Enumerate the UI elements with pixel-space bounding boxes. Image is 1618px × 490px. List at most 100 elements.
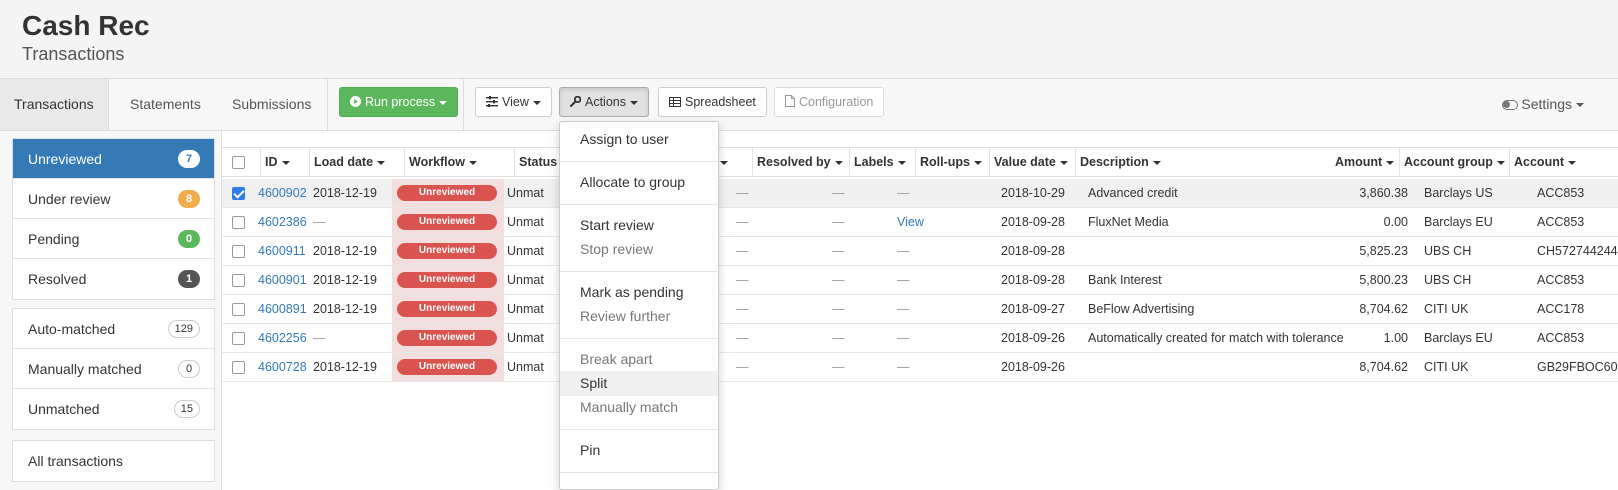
cell-labels: — [832, 360, 845, 374]
workflow-badge: Unreviewed [397, 214, 497, 230]
row-checkbox[interactable] [232, 245, 245, 258]
wrench-icon [569, 89, 582, 117]
sliders-icon [486, 89, 498, 117]
cell-amount: 5,800.23 [1359, 273, 1408, 287]
cell-id[interactable]: 4602256 [258, 324, 307, 352]
spreadsheet-button[interactable]: Spreadsheet [658, 87, 767, 117]
column-header-amount[interactable]: Amount [1330, 148, 1395, 176]
column-header-description[interactable]: Description [1075, 148, 1161, 176]
row-checkbox[interactable] [232, 216, 245, 229]
tab-transactions[interactable]: Transactions [0, 79, 109, 130]
table-row[interactable]: Unreviewed 4600901 2018-12-19 Unmat — — — 2018-… [222, 266, 1618, 295]
sidebar-item-auto-matched[interactable]: Auto-matched 129 [13, 309, 214, 349]
column-header-value-date[interactable]: Value date [989, 148, 1068, 176]
workflow-cell: Unreviewed [392, 208, 504, 236]
row-checkbox[interactable] [232, 274, 245, 287]
cell-rollups: — [897, 244, 910, 258]
settings-dropdown[interactable]: Settings [1502, 79, 1584, 130]
sidebar-item-manually-matched[interactable]: Manually matched 0 [13, 349, 214, 389]
menu-item-assign-to-user[interactable]: Assign to user [560, 127, 718, 152]
run-process-label: Run process [365, 95, 436, 109]
column-header-id[interactable]: ID [260, 148, 290, 176]
cell-load-date: 2018-12-19 [313, 186, 377, 200]
row-checkbox[interactable] [232, 332, 245, 345]
sidebar-item-label: Unmatched [28, 401, 100, 417]
cell-load-date: 2018-12-19 [313, 302, 377, 316]
run-process-button[interactable]: Run process [339, 87, 459, 117]
cell-account: ACC853 [1537, 273, 1585, 287]
sidebar: Unreviewed 7 Under review 8 Pending 0 Re… [0, 131, 222, 490]
column-header-load-date[interactable]: Load date [309, 148, 386, 176]
column-header-account-group[interactable]: Account group [1399, 148, 1505, 176]
spreadsheet-label: Spreadsheet [685, 95, 756, 109]
actions-button[interactable]: Actions [559, 87, 649, 117]
cell-load-date: 2018-12-19 [313, 273, 377, 287]
cell-rollups[interactable]: View [897, 208, 924, 236]
cell-amount: 8,704.62 [1359, 302, 1408, 316]
actions-label: Actions [585, 95, 626, 109]
chevron-down-icon [1496, 160, 1505, 165]
sidebar-item-resolved[interactable]: Resolved 1 [13, 259, 214, 299]
column-header-labels[interactable]: Labels [849, 148, 906, 176]
cell-account-group: CITI UK [1424, 302, 1469, 316]
table-row[interactable]: Unreviewed 4602256— Unmat — — —2018-09-26 Auto… [222, 324, 1618, 353]
cell-id[interactable]: 4602386 [258, 208, 307, 236]
cell-resolved-by: — [736, 215, 749, 229]
cell-value-date: 2018-09-28 [1001, 215, 1065, 229]
column-header-resolved-by[interactable]: Resolved by [752, 148, 843, 176]
table-row[interactable]: Unreviewed 4600728 2018-12-19 Unmat — — — 2018-… [222, 353, 1618, 382]
cell-amount: 0.00 [1383, 215, 1408, 229]
table-row[interactable]: Unreviewed 4600891 2018-12-19 Unmat — — — 2018-… [222, 295, 1618, 324]
column-header-rollups[interactable]: Roll-ups [915, 148, 982, 176]
cell-rollups: — [897, 331, 910, 345]
menu-item-break-apart[interactable]: Break apart [560, 347, 718, 372]
menu-item-mark-as-pending[interactable]: Mark as pending [560, 280, 718, 305]
menu-divider [560, 338, 718, 339]
select-all-checkbox[interactable] [232, 156, 245, 169]
actions-dropdown-menu: Assign to user Allocate to group Start r… [559, 121, 719, 490]
configuration-label: Configuration [799, 95, 874, 109]
column-header-workflow[interactable]: Workflow [404, 148, 478, 176]
cell-resolved-by: — [736, 331, 749, 345]
tab-submissions[interactable]: Submissions [218, 79, 325, 130]
view-button[interactable]: View [475, 87, 552, 117]
cell-id[interactable]: 4600728 [258, 353, 307, 381]
cell-id[interactable]: 4600891 [258, 295, 307, 323]
menu-item-manually-match[interactable]: Manually match [560, 395, 718, 420]
file-icon [785, 89, 795, 117]
sidebar-item-unmatched[interactable]: Unmatched 15 [13, 389, 214, 429]
table-row[interactable]: Unreviewed 4600911 2018-12-19 Unmat — — — 2018-… [222, 237, 1618, 266]
sidebar-item-pending[interactable]: Pending 0 [13, 219, 214, 259]
menu-item-allocate-to-group[interactable]: Allocate to group [560, 170, 718, 195]
cell-id[interactable]: 4600901 [258, 266, 307, 294]
cell-account-group: Barclays US [1424, 186, 1493, 200]
row-checkbox[interactable] [232, 303, 245, 316]
menu-item-stop-review[interactable]: Stop review [560, 237, 718, 262]
column-header-status[interactable]: Status [514, 148, 557, 176]
row-checkbox[interactable] [232, 187, 245, 200]
count-badge: 1 [178, 270, 200, 288]
table-row[interactable]: Unreviewed 4600902 2018-12-19 Unmat — — — 2018-… [222, 179, 1618, 208]
configuration-button[interactable]: Configuration [774, 87, 885, 117]
table-row[interactable]: Unreviewed 4602386 — Unmat — — View 2018-09-28 F… [222, 208, 1618, 237]
row-checkbox[interactable] [232, 361, 245, 374]
column-header-account[interactable]: Account [1509, 148, 1576, 176]
cell-resolved-by: — [736, 360, 749, 374]
cell-id[interactable]: 4600902 [258, 179, 307, 207]
cell-id[interactable]: 4600911 [258, 237, 306, 265]
menu-item-review-further[interactable]: Review further [560, 304, 718, 329]
tab-statements[interactable]: Statements [116, 79, 215, 130]
chevron-down-icon [630, 100, 638, 105]
sidebar-item-all-transactions[interactable]: All transactions [13, 441, 214, 481]
cell-labels: — [832, 186, 845, 200]
sidebar-item-under-review[interactable]: Under review 8 [13, 179, 214, 219]
chevron-down-icon [1386, 160, 1395, 165]
table-header: ID Load date Workflow Status to Resolved… [222, 147, 1618, 177]
menu-item-split[interactable]: Split [560, 371, 718, 396]
cell-labels: — [832, 215, 845, 229]
menu-divider [560, 271, 718, 272]
chevron-down-icon [719, 160, 728, 165]
menu-item-pin[interactable]: Pin [560, 438, 718, 463]
sidebar-item-unreviewed[interactable]: Unreviewed 7 [13, 139, 214, 179]
menu-item-start-review[interactable]: Start review [560, 213, 718, 238]
